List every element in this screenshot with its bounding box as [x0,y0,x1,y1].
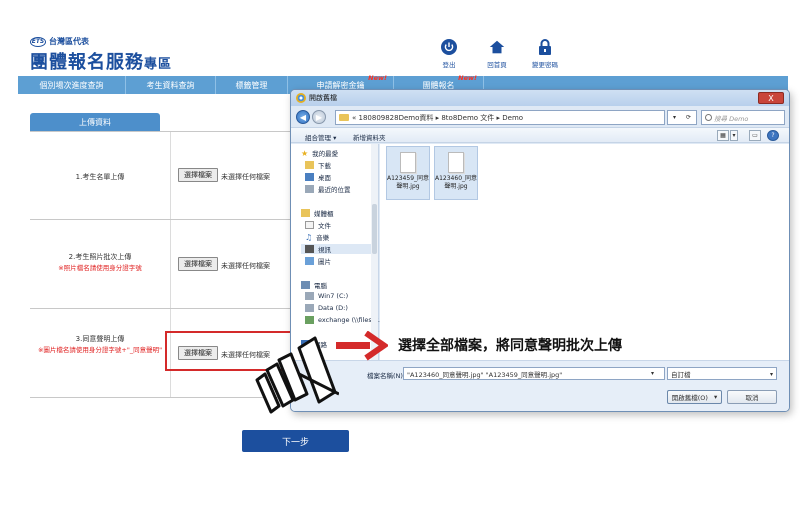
sidebar-item-documents[interactable]: 文件 [305,220,331,230]
open-button[interactable]: 開啟舊檔(O) ▾ [667,390,722,404]
address-bar[interactable]: « 180809828Demo資料 ▸ 8to8Demo 文件 ▸ Demo [335,110,665,125]
drive-icon [305,304,314,312]
sidebar-scrollbar[interactable] [371,144,378,360]
annotation-arrow-icon [336,330,390,365]
hand-cursor-icon [255,334,340,420]
view-dropdown-icon[interactable]: ▾ [730,130,738,141]
video-icon [305,245,314,253]
sidebar-item-videos[interactable]: 視訊 [301,244,377,254]
sidebar-item-downloads[interactable]: 下載 [305,160,331,170]
forward-arrow-icon[interactable]: ▶ [312,110,326,124]
cancel-button[interactable]: 取消 [727,390,777,404]
search-icon [705,114,712,121]
sidebar-item-desktop[interactable]: 桌面 [305,172,331,182]
filename-input[interactable]: "A123460_同意聲明.jpg" "A123459_同意聲明.jpg" [403,367,665,380]
preview-pane-icon[interactable]: ▭ [749,130,761,141]
sidebar-item-drive-d[interactable]: Data (D:) [305,304,348,312]
filename-dropdown-icon[interactable]: ▾ [651,370,654,377]
network-drive-icon [305,316,314,324]
file-list: A123459_同意聲明.jpg A123460_同意聲明.jpg [380,144,789,360]
filename-label: 檔案名稱(N): [367,372,406,380]
nav-item-session-progress[interactable]: 個別場次進度查詢 [18,76,126,94]
logo: ETS 台灣區代表 [30,36,89,47]
computer-icon [301,281,310,289]
choose-file-button[interactable]: 選擇檔案 [178,168,218,182]
address-controls: ▾ ⟳ [667,110,697,125]
dialog-toolbar: 組合管理 ▾ 新增資料夾 ▦ ▾ ▭ ? [291,127,789,143]
row-label: 3.同意聲明上傳 ※圖片檔名請使用身分證字號+"_同意聲明" [37,335,163,354]
dialog-sidebar: ★我的最愛 下載 桌面 最近的位置 媒體櫃 文件 ♫音樂 視訊 圖片 電腦 [291,144,384,360]
row-label: 1.考生名單上傳 [75,173,125,181]
library-icon [301,209,310,217]
sidebar-item-recent[interactable]: 最近的位置 [305,184,351,194]
site-title: 團體報名服務專區 [30,52,173,73]
dropdown-arrow-icon[interactable]: ▾ [673,114,676,121]
music-icon: ♫ [305,232,313,242]
dialog-footer: 檔案名稱(N): "A123460_同意聲明.jpg" "A123459_同意聲… [291,360,789,411]
lock-icon [536,38,554,56]
image-file-icon [448,152,464,173]
recent-places-icon [305,185,314,193]
file-status: 未選擇任何檔案 [221,262,270,270]
desktop-icon [305,173,314,181]
logout-button[interactable]: 登出 [425,38,473,69]
scrollbar-thumb[interactable] [372,204,377,254]
tab-upload-data[interactable]: 上傳資料 [30,113,160,131]
download-folder-icon [305,161,314,169]
nav-item-label-management[interactable]: 標籤管理 [216,76,288,94]
image-file-icon [400,152,416,173]
file-status: 未選擇任何檔案 [221,173,270,181]
file-item[interactable]: A123459_同意聲明.jpg [386,146,430,200]
sidebar-item-libraries[interactable]: 媒體櫃 [301,208,334,218]
file-item[interactable]: A123460_同意聲明.jpg [434,146,478,200]
dropdown-arrow-icon: ▾ [769,371,773,378]
refresh-icon[interactable]: ⟳ [686,114,691,121]
dialog-close-button[interactable]: X [758,92,784,104]
row-label: 2.考生照片批次上傳 ※照片檔名請使用身分證字號 [58,253,142,272]
drive-icon [305,292,314,300]
document-icon [305,221,314,229]
power-icon [440,38,458,56]
new-badge: New! [458,74,477,82]
search-input[interactable]: 搜尋 Demo [701,110,785,125]
sidebar-item-pictures[interactable]: 圖片 [305,256,331,266]
dialog-title: 開啟舊檔 [309,94,337,102]
home-button[interactable]: 回首頁 [473,38,521,69]
upload-row-candidate-list: 1.考生名單上傳 選擇檔案 未選擇任何檔案 [30,132,290,220]
sidebar-item-favorites[interactable]: ★ 我的最愛 [301,148,338,159]
help-icon[interactable]: ? [767,130,779,141]
ets-logo-icon: ETS [30,36,46,47]
view-icon[interactable]: ▦ [717,130,729,141]
upload-row-photos: 2.考生照片批次上傳 ※照片檔名請使用身分證字號 選擇檔案 未選擇任何檔案 [30,220,290,309]
new-folder-button[interactable]: 新增資料夾 [353,132,386,142]
organize-button[interactable]: 組合管理 ▾ [305,132,336,142]
next-step-button[interactable]: 下一步 [242,430,349,452]
dialog-titlebar: 開啟舊檔 X [291,90,789,106]
filetype-select[interactable]: 自訂檔 ▾ [667,367,777,380]
sidebar-item-computer[interactable]: 電腦 [301,280,327,290]
folder-icon [339,114,349,121]
back-arrow-icon[interactable]: ◀ [296,110,310,124]
split-arrow-icon: ▾ [713,393,718,401]
header-actions: 登出 回首頁 變更密碼 [425,38,569,69]
choose-file-button[interactable]: 選擇檔案 [178,257,218,271]
picture-icon [305,257,314,265]
annotation-text: 選擇全部檔案，將同意聲明批次上傳 [398,338,622,354]
new-badge: New! [368,74,387,82]
sidebar-item-music[interactable]: ♫ 音樂 [305,232,329,243]
nav-item-candidate-search[interactable]: 考生資料查詢 [126,76,216,94]
sidebar-item-drive-c[interactable]: Win7 (C:) [305,292,348,300]
chrome-icon [296,93,306,103]
change-password-button[interactable]: 變更密碼 [521,38,569,69]
home-icon [488,38,506,56]
address-row: ◀ ▶ « 180809828Demo資料 ▸ 8to8Demo 文件 ▸ De… [291,107,789,127]
star-icon: ★ [301,148,309,158]
logo-subtitle: 台灣區代表 [49,37,89,46]
